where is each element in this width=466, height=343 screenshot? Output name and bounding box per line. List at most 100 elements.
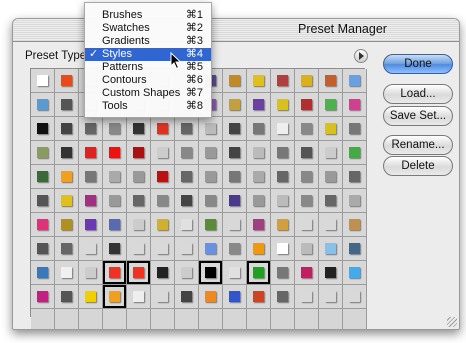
style-preset-cell[interactable] [319,117,342,140]
style-preset-cell[interactable] [343,285,366,308]
style-preset-cell[interactable] [175,117,198,140]
style-preset-cell[interactable] [295,165,318,188]
style-preset-cell[interactable] [247,237,270,260]
style-preset-cell[interactable] [295,69,318,92]
style-preset-cell[interactable] [223,213,246,236]
style-preset-cell[interactable] [247,69,270,92]
style-preset-cell[interactable] [31,141,54,164]
style-preset-cell[interactable] [295,93,318,116]
style-preset-cell[interactable] [151,285,174,308]
style-preset-cell[interactable] [247,261,270,284]
style-preset-cell[interactable] [271,189,294,212]
style-preset-cell[interactable] [271,261,294,284]
style-preset-cell[interactable] [79,285,102,308]
style-preset-cell[interactable] [103,189,126,212]
style-preset-cell[interactable] [247,285,270,308]
style-preset-cell[interactable] [31,69,54,92]
style-preset-cell[interactable] [31,117,54,140]
menu-item-tools[interactable]: Tools ⌘8 [85,100,211,113]
style-preset-cell[interactable] [319,93,342,116]
style-preset-cell[interactable] [295,189,318,212]
style-preset-cell[interactable] [223,237,246,260]
style-preset-cell[interactable] [151,261,174,284]
style-preset-cell[interactable] [175,189,198,212]
style-preset-cell[interactable] [343,141,366,164]
style-preset-cell[interactable] [343,69,366,92]
style-preset-cell[interactable] [247,213,270,236]
style-preset-cell[interactable] [319,285,342,308]
style-preset-cell[interactable] [295,213,318,236]
style-preset-cell[interactable] [271,141,294,164]
style-preset-cell[interactable] [103,237,126,260]
style-preset-cell[interactable] [103,213,126,236]
style-preset-cell[interactable] [247,189,270,212]
style-preset-cell[interactable] [55,93,78,116]
style-preset-cell[interactable] [175,213,198,236]
style-preset-cell[interactable] [319,213,342,236]
style-preset-cell[interactable] [295,117,318,140]
title-bar[interactable]: Preset Manager [13,19,459,42]
style-preset-cell[interactable] [295,141,318,164]
style-preset-cell[interactable] [79,117,102,140]
style-preset-cell[interactable] [223,165,246,188]
style-preset-cell[interactable] [127,117,150,140]
style-preset-cell[interactable] [127,261,150,284]
style-preset-cell[interactable] [247,165,270,188]
style-preset-cell[interactable] [271,117,294,140]
style-preset-cell[interactable] [319,261,342,284]
menu-item-brushes[interactable]: Brushes ⌘1 [85,9,211,22]
style-preset-cell[interactable] [223,93,246,116]
menu-item-swatches[interactable]: Swatches ⌘2 [85,22,211,35]
style-preset-cell[interactable] [79,237,102,260]
style-preset-cell[interactable] [223,117,246,140]
style-preset-cell[interactable] [79,141,102,164]
style-preset-cell[interactable] [31,189,54,212]
panel-menu-arrow-button[interactable] [354,49,368,63]
style-preset-cell[interactable] [103,285,126,308]
style-preset-cell[interactable] [247,117,270,140]
resize-grip[interactable] [447,317,457,327]
style-preset-cell[interactable] [247,93,270,116]
style-preset-cell[interactable] [199,261,222,284]
style-preset-cell[interactable] [79,189,102,212]
style-preset-cell[interactable] [127,141,150,164]
style-preset-cell[interactable] [223,261,246,284]
style-preset-cell[interactable] [247,141,270,164]
done-button[interactable]: Done [383,54,453,74]
style-preset-cell[interactable] [223,189,246,212]
style-preset-cell[interactable] [271,165,294,188]
style-preset-cell[interactable] [55,141,78,164]
menu-item-contours[interactable]: Contours ⌘6 [85,74,211,87]
style-preset-cell[interactable] [199,189,222,212]
style-preset-cell[interactable] [175,261,198,284]
style-preset-cell[interactable] [271,237,294,260]
style-preset-cell[interactable] [343,213,366,236]
style-preset-cell[interactable] [127,213,150,236]
style-preset-cell[interactable] [79,213,102,236]
style-preset-cell[interactable] [127,285,150,308]
style-preset-cell[interactable] [151,213,174,236]
style-preset-cell[interactable] [199,117,222,140]
style-preset-cell[interactable] [199,213,222,236]
style-preset-cell[interactable] [31,165,54,188]
style-preset-cell[interactable] [55,213,78,236]
style-preset-cell[interactable] [223,285,246,308]
style-preset-cell[interactable] [151,189,174,212]
style-preset-cell[interactable] [79,165,102,188]
load-button[interactable]: Load... [383,84,453,104]
style-preset-cell[interactable] [55,189,78,212]
style-preset-cell[interactable] [319,165,342,188]
style-preset-cell[interactable] [271,285,294,308]
style-preset-cell[interactable] [295,261,318,284]
style-preset-cell[interactable] [31,213,54,236]
delete-button[interactable]: Delete [383,156,453,176]
style-preset-cell[interactable] [79,261,102,284]
style-preset-cell[interactable] [199,141,222,164]
style-preset-cell[interactable] [31,261,54,284]
style-preset-cell[interactable] [343,189,366,212]
style-preset-cell[interactable] [271,69,294,92]
rename-button[interactable]: Rename... [383,135,453,155]
style-preset-cell[interactable] [343,237,366,260]
style-preset-cell[interactable] [151,141,174,164]
save-set-button[interactable]: Save Set... [383,106,453,126]
